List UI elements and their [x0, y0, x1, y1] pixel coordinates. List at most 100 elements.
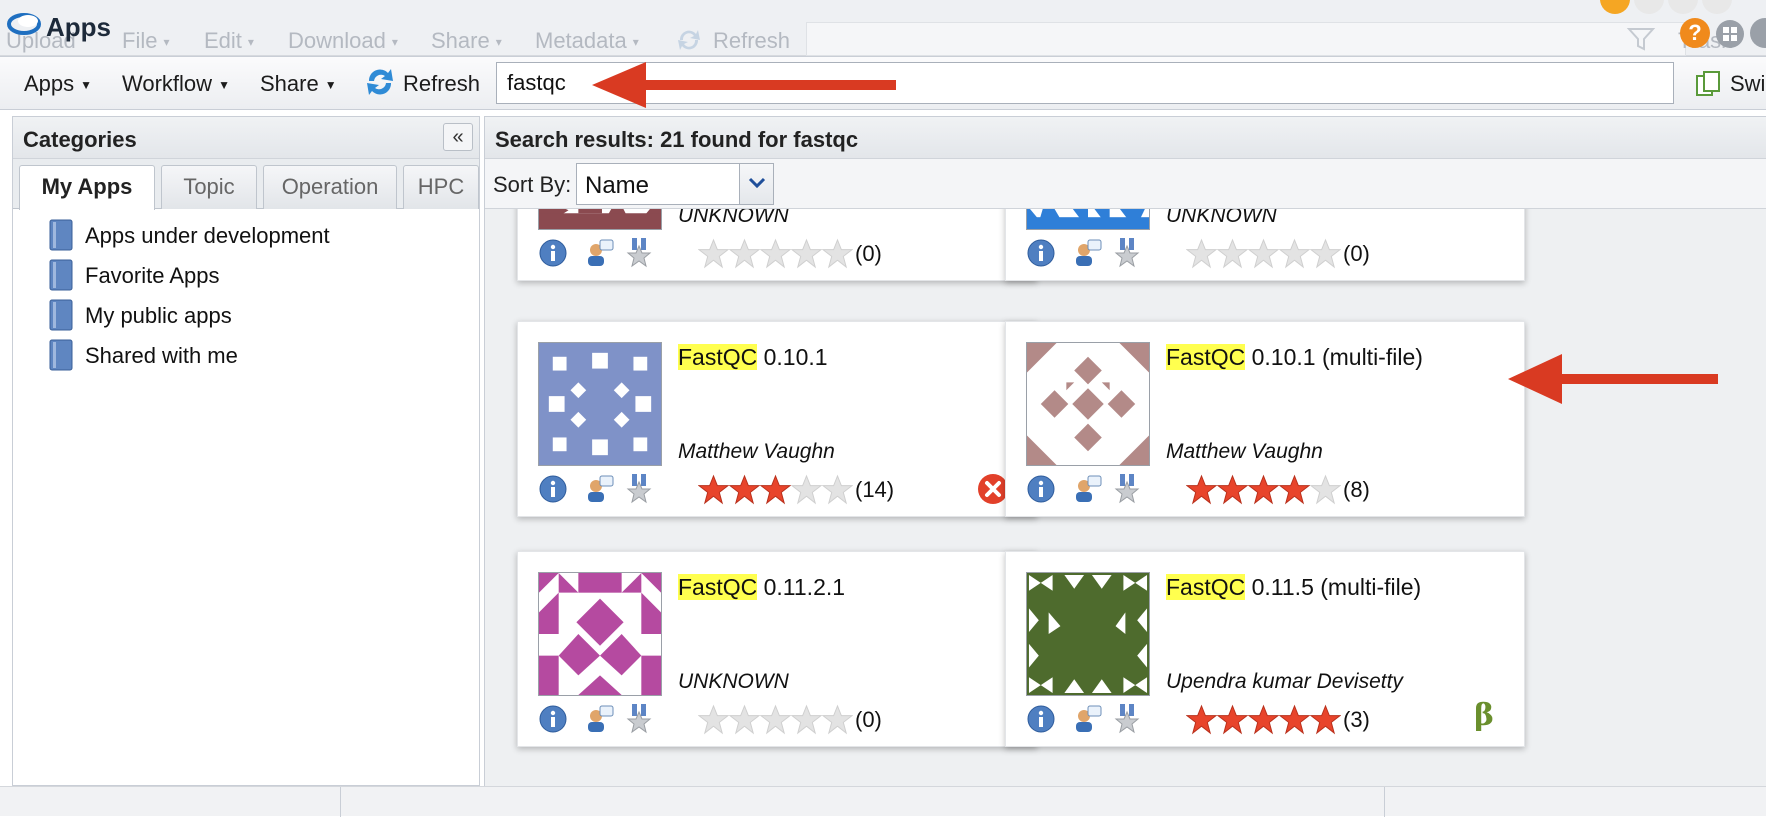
star-empty-icon[interactable]: [1186, 238, 1217, 269]
window-control-icon[interactable]: [1702, 0, 1732, 14]
info-icon[interactable]: [538, 238, 568, 268]
star-empty-icon[interactable]: [791, 238, 822, 269]
star-filled-icon[interactable]: [729, 474, 760, 505]
rating-stars[interactable]: (0): [1186, 238, 1370, 270]
star-filled-icon[interactable]: [1186, 704, 1217, 735]
star-empty-icon[interactable]: [822, 474, 853, 505]
apps-menu-button[interactable]: Apps ▼: [24, 71, 92, 97]
bg-menu-share: Share ▾: [431, 28, 502, 53]
star-filled-icon[interactable]: [1217, 704, 1248, 735]
star-empty-icon[interactable]: [1310, 474, 1341, 505]
category-shared-with-me[interactable]: Shared with me: [49, 339, 469, 371]
star-empty-icon[interactable]: [698, 704, 729, 735]
minimize-icon[interactable]: [1750, 18, 1766, 48]
window-control-icon[interactable]: [1668, 0, 1698, 14]
star-empty-icon[interactable]: [760, 704, 791, 735]
app-name[interactable]: FastQC 0.11.2.1: [678, 574, 845, 601]
star-empty-icon[interactable]: [1279, 238, 1310, 269]
switch-view-label[interactable]: Swi: [1730, 71, 1765, 97]
app-thumbnail: [538, 342, 662, 466]
rating-count: (14): [855, 476, 895, 502]
comment-user-icon[interactable]: [1072, 474, 1102, 504]
bg-menu-file: File ▾: [122, 28, 170, 53]
star-filled-icon[interactable]: [1279, 704, 1310, 735]
app-name[interactable]: FastQC 0.10.1 (multi-file): [1166, 344, 1423, 371]
tab-operation[interactable]: Operation: [263, 165, 397, 209]
refresh-button[interactable]: Refresh: [403, 71, 480, 97]
category-apps-under-development[interactable]: Apps under development: [49, 219, 469, 251]
tab-hpc[interactable]: HPC: [403, 165, 479, 209]
tab-my-apps[interactable]: My Apps: [19, 165, 155, 210]
favorite-ribbon-icon[interactable]: [1112, 704, 1142, 734]
star-empty-icon[interactable]: [1248, 238, 1279, 269]
star-filled-icon[interactable]: [760, 474, 791, 505]
star-empty-icon[interactable]: [791, 474, 822, 505]
rating-stars[interactable]: (8): [1186, 474, 1370, 506]
comment-user-icon[interactable]: [584, 238, 614, 268]
collapse-panel-button[interactable]: «: [443, 123, 473, 151]
window-control-icon[interactable]: [1634, 0, 1664, 14]
rating-count: (8): [1343, 476, 1370, 502]
rating-stars[interactable]: (0): [698, 238, 882, 270]
info-icon[interactable]: [1026, 474, 1056, 504]
notification-icon[interactable]: [1600, 0, 1630, 14]
star-empty-icon[interactable]: [822, 238, 853, 269]
star-filled-icon[interactable]: [1248, 474, 1279, 505]
favorite-ribbon-icon[interactable]: [624, 704, 654, 734]
star-filled-icon[interactable]: [1310, 704, 1341, 735]
category-tabs: My Apps Topic Operation HPC: [13, 159, 479, 210]
category-favorite-apps[interactable]: Favorite Apps: [49, 259, 469, 291]
star-filled-icon[interactable]: [1248, 704, 1279, 735]
info-icon[interactable]: [1026, 704, 1056, 734]
rating-stars[interactable]: (3): [1186, 704, 1370, 736]
info-icon[interactable]: [1026, 238, 1056, 268]
tab-topic[interactable]: Topic: [161, 165, 257, 209]
star-empty-icon[interactable]: [698, 238, 729, 269]
star-filled-icon[interactable]: [1279, 474, 1310, 505]
star-empty-icon[interactable]: [729, 704, 760, 735]
star-filled-icon[interactable]: [698, 474, 729, 505]
switch-view-icon[interactable]: [1694, 69, 1724, 99]
rating-stars[interactable]: (14): [698, 474, 894, 506]
refresh-icon[interactable]: [364, 66, 396, 98]
dropdown-button[interactable]: [739, 164, 773, 204]
app-card-actions: (8): [1026, 470, 1506, 510]
grid-menu-icon[interactable]: [1714, 18, 1746, 50]
comment-user-icon[interactable]: [584, 704, 614, 734]
app-card[interactable]: UNKNOWN (0): [517, 209, 1037, 281]
favorite-ribbon-icon[interactable]: [624, 238, 654, 268]
results-list: UNKNOWN (0) UNKNOWN (0) FastQC 0.10.1 Ma…: [485, 209, 1766, 787]
star-empty-icon[interactable]: [791, 704, 822, 735]
favorite-ribbon-icon[interactable]: [624, 474, 654, 504]
app-card[interactable]: FastQC 0.10.1 (multi-file) Matthew Vaugh…: [1005, 321, 1525, 517]
star-empty-icon[interactable]: [760, 238, 791, 269]
app-card[interactable]: FastQC 0.11.5 (multi-file) Upendra kumar…: [1005, 551, 1525, 747]
app-author: UNKNOWN: [678, 670, 789, 693]
share-menu-button[interactable]: Share ▼: [260, 71, 337, 97]
comment-user-icon[interactable]: [1072, 704, 1102, 734]
info-icon[interactable]: [538, 704, 568, 734]
rating-stars[interactable]: (0): [698, 704, 882, 736]
star-filled-icon[interactable]: [1186, 474, 1217, 505]
star-filled-icon[interactable]: [1217, 474, 1248, 505]
star-empty-icon[interactable]: [1217, 238, 1248, 269]
workflow-menu-button[interactable]: Workflow ▼: [122, 71, 230, 97]
category-label: My public apps: [85, 303, 232, 328]
favorite-ribbon-icon[interactable]: [1112, 238, 1142, 268]
star-empty-icon[interactable]: [1310, 238, 1341, 269]
star-empty-icon[interactable]: [822, 704, 853, 735]
comment-user-icon[interactable]: [584, 474, 614, 504]
background-menu-bar: Upload File ▾ Edit ▾ Download ▾ Share ▾ Meta…: [0, 0, 1766, 56]
info-icon[interactable]: [538, 474, 568, 504]
category-my-public-apps[interactable]: My public apps: [49, 299, 469, 331]
comment-user-icon[interactable]: [1072, 238, 1102, 268]
app-card[interactable]: FastQC 0.11.2.1 UNKNOWN (0): [517, 551, 1037, 747]
app-name[interactable]: FastQC 0.11.5 (multi-file): [1166, 574, 1421, 601]
app-card[interactable]: UNKNOWN (0): [1005, 209, 1525, 281]
favorite-ribbon-icon[interactable]: [1112, 474, 1142, 504]
star-empty-icon[interactable]: [729, 238, 760, 269]
sort-by-select[interactable]: Name: [576, 163, 774, 205]
help-icon[interactable]: ?: [1680, 18, 1710, 48]
app-name[interactable]: FastQC 0.10.1: [678, 344, 828, 371]
app-card[interactable]: FastQC 0.10.1 Matthew Vaughn (14): [517, 321, 1037, 517]
